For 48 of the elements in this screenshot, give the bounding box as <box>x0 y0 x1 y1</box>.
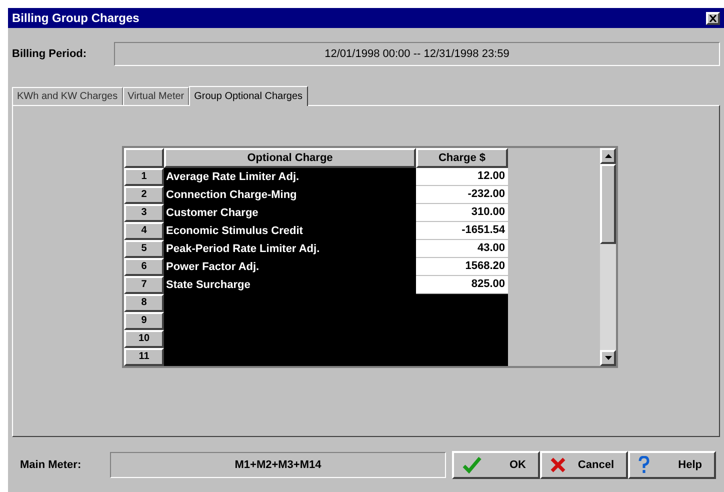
row-header[interactable]: 2 <box>124 186 164 204</box>
ok-button[interactable]: OK <box>452 451 540 479</box>
table-cell-text: Customer Charge <box>166 206 258 221</box>
close-button[interactable] <box>706 12 720 24</box>
scroll-up-button[interactable] <box>600 148 616 164</box>
table-cell-text: Average Rate Limiter Adj. <box>166 170 300 185</box>
row-header[interactable]: 8 <box>124 294 164 312</box>
row-header[interactable]: 6 <box>124 258 164 276</box>
help-button[interactable]: Help <box>628 451 716 479</box>
checkmark-icon <box>462 456 482 474</box>
close-icon <box>709 14 717 22</box>
tab[interactable]: Group Optional Charges <box>189 86 308 106</box>
main-meter-field: M1+M2+M3+M14 <box>110 452 446 478</box>
row-header[interactable]: 1 <box>124 168 164 186</box>
column-header[interactable]: Optional Charge <box>164 148 416 168</box>
billing-period-label: Billing Period: <box>12 46 88 62</box>
help-icon <box>638 456 650 474</box>
table-cell-text: Power Factor Adj. <box>166 260 260 275</box>
close-icon <box>550 457 566 473</box>
row-header[interactable]: 5 <box>124 240 164 258</box>
table-cell: 43.00 <box>416 240 508 258</box>
table-cell: -232.00 <box>416 186 508 204</box>
row-header[interactable]: 4 <box>124 222 164 240</box>
table-cell: 825.00 <box>416 276 508 294</box>
table-cell-text: Connection Charge-Ming <box>166 188 297 203</box>
window-title: Billing Group Charges <box>12 10 140 27</box>
row-header[interactable]: 3 <box>124 204 164 222</box>
cancel-button[interactable]: Cancel <box>540 451 628 479</box>
scrollbar[interactable] <box>600 148 616 366</box>
row-header[interactable]: 9 <box>124 312 164 330</box>
table-cell: 1568.20 <box>416 258 508 276</box>
column-header[interactable]: Charge $ <box>416 148 508 168</box>
table-cell: 310.00 <box>416 204 508 222</box>
up-arrow-icon <box>604 154 612 158</box>
scroll-thumb[interactable] <box>600 164 616 244</box>
table-cell-text: Peak-Period Rate Limiter Adj. <box>166 242 320 257</box>
down-arrow-icon <box>604 356 612 360</box>
scroll-down-button[interactable] <box>600 350 616 366</box>
table-cell: -1651.54 <box>416 222 508 240</box>
table-cell-text: Economic Stimulus Credit <box>166 224 303 239</box>
table-cell-text: State Surcharge <box>166 278 250 293</box>
table-cell: 12.00 <box>416 168 508 186</box>
row-header[interactable]: 10 <box>124 330 164 348</box>
main-meter-label: Main Meter: <box>19 458 82 473</box>
billing-period-field: 12/01/1998 00:00 -- 12/31/1998 23:59 <box>114 42 720 66</box>
row-header[interactable]: 11 <box>124 348 164 366</box>
row-header[interactable]: 7 <box>124 276 164 294</box>
tab[interactable]: KWh and KW Charges <box>12 87 123 105</box>
